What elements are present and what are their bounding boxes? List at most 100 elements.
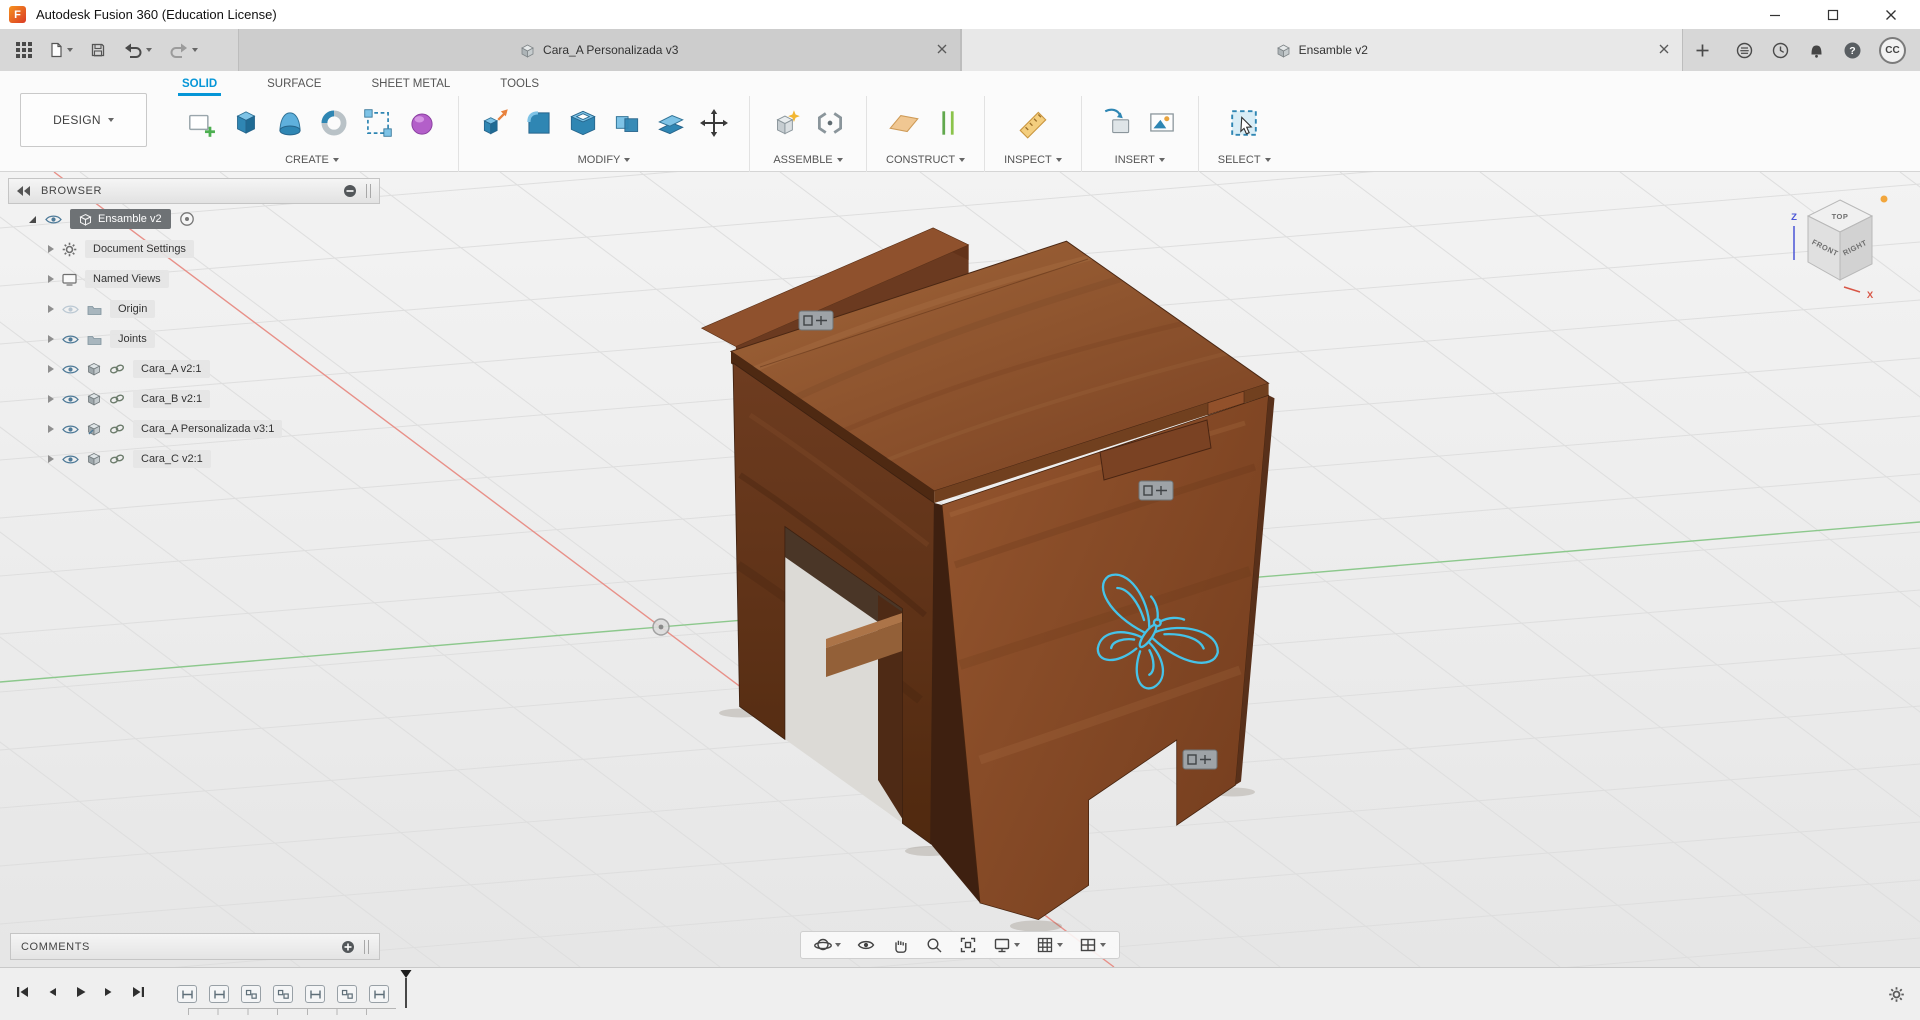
timeline-feature-joint[interactable] bbox=[209, 985, 229, 1003]
browser-item-label[interactable]: Cara_B v2:1 bbox=[133, 390, 211, 408]
insert-derive-button[interactable] bbox=[1101, 106, 1135, 140]
browser-item-label[interactable]: Cara_A v2:1 bbox=[133, 360, 210, 378]
joint-flag[interactable] bbox=[1138, 480, 1174, 501]
viewports-button[interactable] bbox=[1071, 932, 1114, 958]
origin-marker[interactable] bbox=[652, 618, 670, 636]
browser-item-label[interactable]: Joints bbox=[110, 330, 155, 348]
viewcube[interactable]: Z X TOP FRONT RIGHT bbox=[1780, 186, 1910, 321]
press-pull-button[interactable] bbox=[478, 106, 512, 140]
browser-row-cara-a[interactable]: Cara_A v2:1 bbox=[8, 354, 380, 384]
expand-arrow-icon[interactable] bbox=[28, 215, 37, 224]
activate-radio-icon[interactable] bbox=[179, 211, 195, 227]
timeline-feature-component[interactable] bbox=[273, 985, 293, 1003]
browser-item-label[interactable]: Cara_A Personalizada v3:1 bbox=[133, 420, 283, 438]
assemble-menu-button[interactable]: ASSEMBLE bbox=[773, 154, 843, 166]
eye-icon[interactable] bbox=[62, 364, 79, 375]
offset-plane-button[interactable] bbox=[887, 106, 921, 140]
eye-hidden-icon[interactable] bbox=[62, 304, 79, 315]
browser-item-label[interactable]: Document Settings bbox=[85, 240, 194, 258]
modify-menu-button[interactable]: MODIFY bbox=[578, 154, 631, 166]
loft-button[interactable] bbox=[273, 106, 307, 140]
timeline-feature-joint[interactable] bbox=[305, 985, 325, 1003]
insert-menu-button[interactable]: INSERT bbox=[1115, 154, 1165, 166]
eye-icon[interactable] bbox=[45, 214, 62, 225]
tab-close-button[interactable] bbox=[1659, 43, 1669, 57]
minimize-button[interactable] bbox=[1746, 0, 1804, 29]
new-component-button[interactable] bbox=[769, 106, 803, 140]
collapse-all-icon[interactable] bbox=[343, 184, 357, 198]
timeline-feature-joint[interactable] bbox=[177, 985, 197, 1003]
create-form-button[interactable] bbox=[405, 106, 439, 140]
maximize-button[interactable] bbox=[1804, 0, 1862, 29]
undo-button[interactable] bbox=[123, 42, 152, 58]
joint-flag[interactable] bbox=[1182, 749, 1218, 770]
job-status-button[interactable] bbox=[1735, 41, 1754, 60]
combine-button[interactable] bbox=[610, 106, 644, 140]
account-avatar[interactable]: CC bbox=[1879, 36, 1906, 64]
workspace-selector-button[interactable]: DESIGN bbox=[20, 93, 147, 147]
add-comment-icon[interactable] bbox=[341, 940, 355, 954]
expand-arrow-icon[interactable] bbox=[48, 455, 54, 463]
measure-button[interactable] bbox=[1016, 106, 1050, 140]
tab-tools[interactable]: TOOLS bbox=[498, 75, 541, 96]
redo-button[interactable] bbox=[169, 42, 198, 58]
history-button[interactable] bbox=[1771, 41, 1790, 60]
browser-row-cara-a-personalizada[interactable]: Cara_A Personalizada v3:1 bbox=[8, 414, 380, 444]
joint-flag[interactable] bbox=[798, 310, 834, 331]
orbit-button[interactable] bbox=[806, 932, 849, 958]
stool-model[interactable] bbox=[680, 215, 1320, 945]
tab-solid[interactable]: SOLID bbox=[177, 75, 222, 96]
pan-button[interactable] bbox=[883, 932, 917, 958]
help-button[interactable]: ? bbox=[1843, 41, 1862, 60]
browser-row-origin[interactable]: Origin bbox=[8, 294, 380, 324]
browser-item-label[interactable]: Cara_C v2:1 bbox=[133, 450, 211, 468]
browser-item-label[interactable]: Named Views bbox=[85, 270, 169, 288]
pattern-button[interactable] bbox=[361, 106, 395, 140]
browser-row-cara-c[interactable]: Cara_C v2:1 bbox=[8, 444, 380, 474]
shell-button[interactable] bbox=[566, 106, 600, 140]
canvas-button[interactable] bbox=[1145, 106, 1179, 140]
browser-header[interactable]: BROWSER bbox=[8, 178, 380, 204]
browser-row-document-settings[interactable]: Document Settings bbox=[8, 234, 380, 264]
go-to-beginning-button[interactable] bbox=[15, 985, 30, 1004]
move-button[interactable] bbox=[698, 107, 730, 139]
look-at-button[interactable] bbox=[849, 932, 883, 958]
fit-button[interactable] bbox=[951, 932, 985, 958]
revolve-button[interactable] bbox=[317, 106, 351, 140]
browser-row-joints[interactable]: Joints bbox=[8, 324, 380, 354]
save-button[interactable] bbox=[90, 42, 106, 58]
expand-arrow-icon[interactable] bbox=[48, 425, 54, 433]
panel-grip[interactable] bbox=[364, 939, 369, 954]
browser-root-label[interactable]: Ensamble v2 bbox=[70, 209, 171, 229]
tab-close-button[interactable] bbox=[937, 43, 947, 57]
select-button[interactable] bbox=[1226, 105, 1262, 141]
tab-sheet-metal[interactable]: SHEET METAL bbox=[369, 75, 452, 96]
go-to-end-button[interactable] bbox=[131, 985, 146, 1004]
select-menu-button[interactable]: SELECT bbox=[1218, 154, 1271, 166]
fillet-button[interactable] bbox=[522, 106, 556, 140]
panel-grip[interactable] bbox=[366, 184, 371, 198]
collapse-panel-icon[interactable] bbox=[17, 186, 32, 196]
expand-arrow-icon[interactable] bbox=[48, 365, 54, 373]
expand-arrow-icon[interactable] bbox=[48, 275, 54, 283]
timeline-feature-component[interactable] bbox=[337, 985, 357, 1003]
expand-arrow-icon[interactable] bbox=[48, 335, 54, 343]
expand-arrow-icon[interactable] bbox=[48, 305, 54, 313]
construction-axis-button[interactable] bbox=[931, 106, 965, 140]
create-sketch-button[interactable] bbox=[185, 106, 219, 140]
close-button[interactable] bbox=[1862, 0, 1920, 29]
notifications-button[interactable] bbox=[1807, 41, 1826, 60]
grid-and-snaps-button[interactable] bbox=[1028, 932, 1071, 958]
app-menu-button[interactable] bbox=[16, 42, 32, 58]
offset-face-button[interactable] bbox=[654, 106, 688, 140]
timeline-feature-component[interactable] bbox=[241, 985, 261, 1003]
display-settings-button[interactable] bbox=[985, 932, 1028, 958]
eye-icon[interactable] bbox=[62, 394, 79, 405]
timeline-playhead[interactable] bbox=[399, 969, 413, 1014]
construct-menu-button[interactable]: CONSTRUCT bbox=[886, 154, 966, 166]
zoom-button[interactable] bbox=[917, 932, 951, 958]
browser-root-row[interactable]: Ensamble v2 bbox=[8, 204, 380, 234]
timeline-settings-button[interactable] bbox=[1888, 986, 1920, 1003]
viewport-canvas[interactable]: Z X TOP FRONT RIGHT BROWSER Ensamble v2 … bbox=[0, 172, 1920, 967]
step-forward-button[interactable] bbox=[103, 985, 115, 1004]
